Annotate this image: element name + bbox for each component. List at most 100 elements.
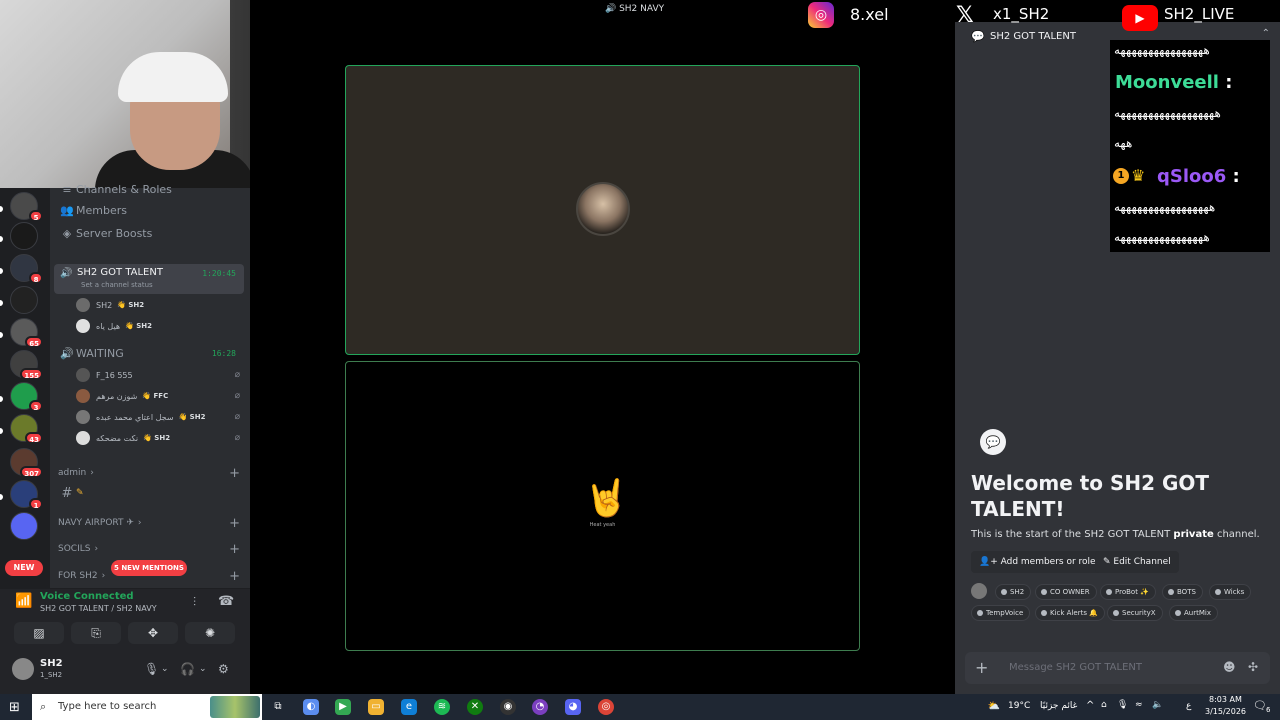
clock-date[interactable]: 3/15/2026 — [1205, 707, 1246, 716]
x-logo-icon: 𝕏 — [956, 3, 974, 28]
add-channel-icon[interactable]: + — [229, 569, 240, 584]
role-pill[interactable]: ProBot ✨ — [1100, 584, 1156, 600]
role-pill[interactable]: SH2 — [995, 584, 1032, 600]
stage-channel-name: SH2 NAVY — [619, 4, 665, 14]
chevron-up-icon[interactable]: ⌃ — [1262, 28, 1270, 39]
screen-share-button[interactable]: ⎘ — [71, 622, 121, 644]
server-icon-1[interactable]: 5 — [10, 192, 43, 222]
category-navy-airport[interactable]: NAVY AIRPORT ✈ › + — [58, 516, 244, 531]
channel-status-hint[interactable]: Set a channel status — [81, 281, 153, 289]
server-icon-3[interactable]: 8 — [10, 254, 43, 284]
disconnect-icon[interactable]: ☎ — [218, 594, 234, 609]
voice-channel-waiting[interactable]: 🔊 WAITING 16:28 — [58, 342, 244, 364]
chevron-right-icon: › — [94, 544, 99, 554]
role-pill[interactable]: TempVoice — [971, 605, 1031, 621]
voice-connected-title[interactable]: Voice Connected — [40, 591, 134, 602]
server-icon-10[interactable]: 1 — [10, 480, 43, 510]
voice-user-row[interactable]: نكت مضحكه 👋 SH2 ⌀ — [76, 428, 246, 448]
channels-roles-item[interactable]: ≡ Channels & Roles — [58, 178, 244, 200]
edit-channel-button[interactable]: ✎ Edit Channel — [1095, 551, 1179, 573]
voice-user-row[interactable]: هيل ياه 👋 SH2 — [76, 316, 246, 336]
messenger-icon[interactable]: ◔ — [532, 699, 548, 715]
obs-icon[interactable]: ◉ — [500, 699, 516, 715]
apps-icon[interactable]: ✣ — [1248, 660, 1258, 674]
avatar — [76, 410, 90, 424]
add-channel-icon[interactable]: + — [229, 466, 240, 481]
server-icon-5[interactable]: 65 — [10, 318, 43, 348]
signal-icon[interactable]: 📶 — [15, 593, 32, 609]
server-badge: 8 — [29, 272, 43, 284]
task-view-icon[interactable]: ⧉ — [270, 699, 286, 715]
file-explorer-icon[interactable]: ▭ — [368, 699, 384, 715]
server-icon-4[interactable] — [10, 286, 38, 314]
notification-icon[interactable]: 🗨 — [1253, 699, 1267, 712]
wifi-icon[interactable]: ≈ — [1135, 700, 1143, 710]
voice-channel-sh2-got-talent[interactable]: 🔊 SH2 GOT TALENT 1:20:45 Set a channel s… — [54, 264, 244, 294]
role-pill[interactable]: Kick Alerts 🔔 — [1035, 605, 1105, 621]
tray-chevron-icon[interactable]: ^ — [1086, 700, 1094, 711]
camera-off-button[interactable]: ▨ — [14, 622, 64, 644]
weather-desc[interactable]: غائم جزئيًا — [1040, 701, 1077, 711]
participant-tile-speaking[interactable] — [345, 65, 860, 355]
mic-tray-icon[interactable]: 🎙 — [1117, 700, 1128, 710]
server-icon-2[interactable] — [10, 222, 38, 250]
xbox-icon[interactable]: ✕ — [467, 699, 483, 715]
soundboard-button[interactable]: ✺ — [185, 622, 235, 644]
discord-icon[interactable]: ◕ — [565, 699, 581, 715]
server-icon-11[interactable] — [10, 512, 38, 540]
settings-gear-icon[interactable]: ⚙ — [218, 662, 229, 676]
weather-temp[interactable]: 19°C — [1008, 701, 1030, 711]
category-admin[interactable]: admin › + — [58, 466, 244, 481]
headphones-icon[interactable]: 🎧 — [180, 662, 195, 676]
add-channel-icon[interactable]: + — [229, 516, 240, 531]
noise-suppression-icon[interactable]: ⫶ — [193, 595, 196, 610]
copilot-icon[interactable]: ◐ — [303, 699, 319, 715]
add-members-button[interactable]: 👤+ Add members or roles — [971, 551, 1109, 573]
windows-start-icon[interactable]: ⊞ — [9, 700, 20, 715]
new-mentions-pill[interactable]: 5 NEW MENTIONS — [111, 560, 187, 576]
input-language[interactable]: ع — [1186, 701, 1191, 711]
server-icon-8[interactable]: 43 — [10, 414, 43, 444]
welcome-title: Welcome to SH2 GOT TALENT! — [971, 471, 1210, 521]
text-channel-item[interactable]: # ✎ — [58, 482, 244, 504]
chrome-icon[interactable]: ◎ — [598, 699, 614, 715]
voice-user-row[interactable]: شوزن مرهم 👋 FFC ⌀ — [76, 386, 246, 406]
user-panel-status: 1_SH2 — [40, 671, 63, 679]
role-pill[interactable]: Wicks — [1209, 584, 1252, 600]
new-unreads-pill[interactable]: NEW — [5, 560, 43, 576]
server-icon-7[interactable]: 3 — [10, 382, 43, 412]
spotify-icon[interactable]: ≋ — [434, 699, 450, 715]
role-pill[interactable]: BOTS — [1162, 584, 1203, 600]
participant-tile[interactable]: 🤘 Heat yeah — [345, 361, 860, 651]
chevron-down-icon[interactable]: ⌄ — [199, 664, 207, 674]
message-input[interactable]: + Message SH2 GOT TALENT ☻ ✣ — [965, 652, 1270, 684]
voice-connected-subtitle[interactable]: SH2 GOT TALENT / SH2 NAVY — [40, 604, 157, 613]
server-icon-6[interactable]: 155 — [10, 350, 43, 380]
volume-icon[interactable]: 🔈 — [1152, 700, 1163, 710]
category-socils[interactable]: SOCILS › + — [58, 542, 244, 557]
network-icon[interactable]: ⌂ — [1101, 700, 1107, 710]
chevron-down-icon[interactable]: ⌄ — [161, 664, 169, 674]
microphone-icon[interactable]: 🎙 — [144, 662, 159, 676]
role-pill[interactable]: SecurityX — [1107, 605, 1163, 621]
plus-icon[interactable]: + — [975, 658, 988, 677]
emoji-icon[interactable]: ☻ — [1223, 660, 1236, 674]
voice-user-row[interactable]: F_16 555 ⌀ — [76, 365, 246, 385]
members-item[interactable]: 👥 Members — [58, 199, 244, 221]
voice-user-row[interactable]: SH2 👋 SH2 — [76, 295, 246, 315]
play-store-icon[interactable]: ▶ — [335, 699, 351, 715]
avatar[interactable] — [12, 658, 34, 680]
server-icon-9[interactable]: 307 — [10, 448, 43, 478]
role-pill[interactable]: AurtMix — [1169, 605, 1218, 621]
voice-user-row[interactable]: سجل اعتاي محمد عبده 👋 SH2 ⌀ — [76, 407, 246, 427]
clock-time[interactable]: 8:03 AM — [1209, 695, 1242, 704]
user-panel-name[interactable]: SH2 — [40, 658, 63, 669]
role-pill[interactable]: CO OWNER — [1035, 584, 1097, 600]
add-channel-icon[interactable]: + — [229, 542, 240, 557]
server-boosts-item[interactable]: ◈ Server Boosts — [58, 222, 244, 244]
taskbar-search[interactable]: ⌕ Type here to search — [32, 694, 262, 720]
weather-icon[interactable]: ⛅ — [986, 699, 1002, 715]
button-label: Add members or roles — [1000, 557, 1101, 567]
edge-browser-icon[interactable]: e — [401, 699, 417, 715]
activities-button[interactable]: ✥ — [128, 622, 178, 644]
